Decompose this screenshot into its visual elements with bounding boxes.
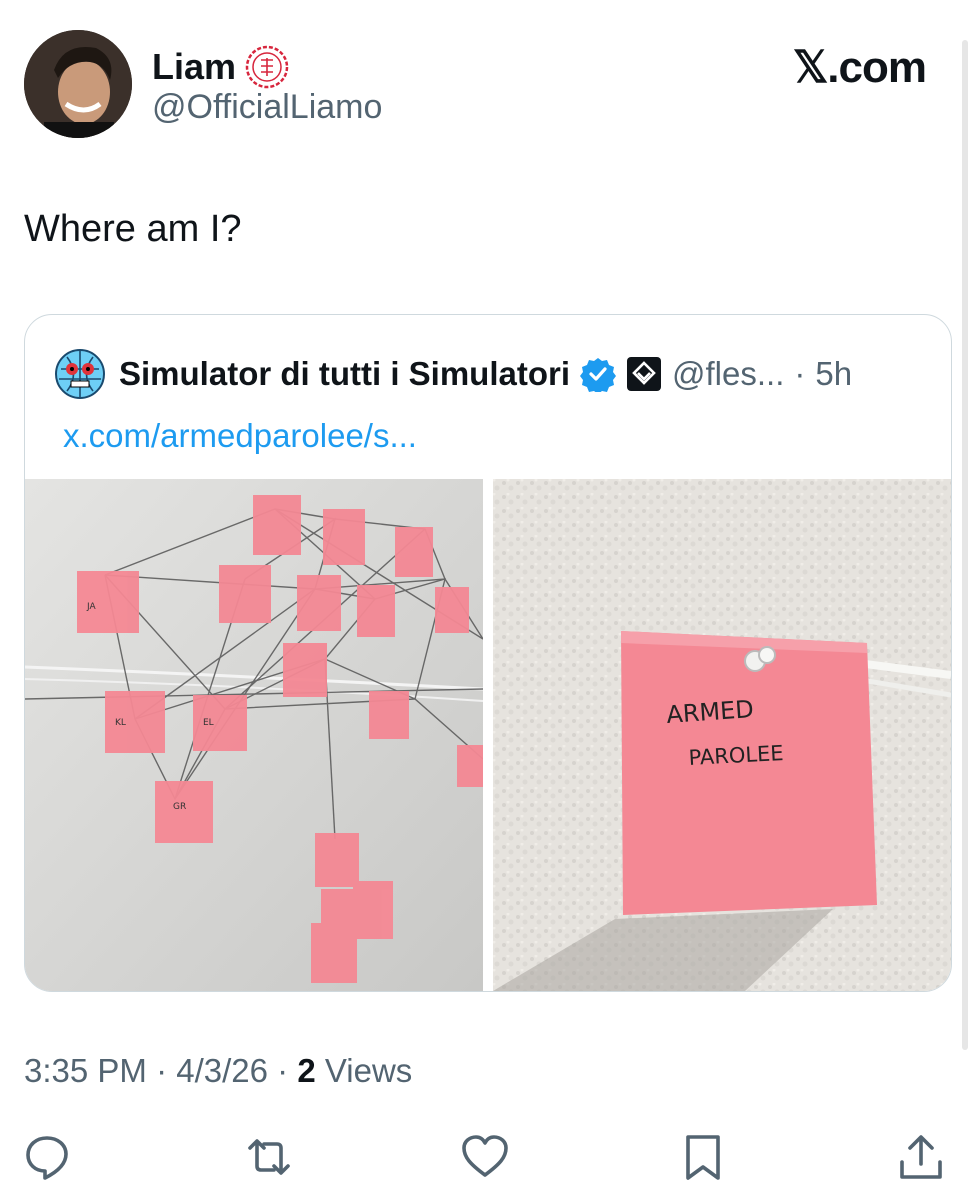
retweet-icon[interactable] [244, 1132, 294, 1182]
author-handle[interactable]: @OfficialLiamo [152, 88, 382, 127]
dot-separator: · [156, 1052, 177, 1089]
tweet-meta: 3:35 PM · 4/3/26 · 2 Views [24, 1052, 412, 1090]
red-seal-icon [244, 44, 290, 90]
photo-string-network[interactable]: JA KL EL GR [25, 479, 484, 991]
svg-text:GR: GR [173, 802, 186, 812]
quoted-link[interactable]: x.com/armedparolee/s... [63, 417, 417, 455]
svg-text:KL: KL [115, 718, 126, 728]
quoted-avatar[interactable] [55, 349, 105, 399]
bookmark-icon[interactable] [678, 1132, 728, 1182]
dot-separator: · [794, 355, 806, 392]
share-icon[interactable] [896, 1132, 946, 1182]
author-avatar[interactable] [24, 30, 132, 138]
tweet-text: Where am I? [24, 208, 242, 250]
views-count: 2 [297, 1052, 316, 1089]
post-date[interactable]: 4/3/26 [176, 1052, 268, 1089]
quoted-tweet-card[interactable]: Simulator di tutti i Simulatori @fles...… [24, 314, 952, 992]
like-icon[interactable] [460, 1132, 510, 1182]
photo-armed-parolee-note[interactable]: ARMED PAROLEE [493, 479, 951, 991]
reply-icon[interactable] [22, 1132, 72, 1182]
views-label: Views [324, 1052, 413, 1089]
x-brand-logo: 𝕏.com [792, 43, 927, 92]
svg-text:JA: JA [86, 602, 96, 612]
author-name[interactable]: Liam [152, 46, 236, 88]
affiliation-badge-icon [626, 356, 662, 392]
quoted-handle[interactable]: @fles... [672, 355, 784, 393]
verified-badge-icon [580, 356, 617, 394]
quoted-time[interactable]: 5h [815, 355, 852, 393]
action-bar [0, 1126, 974, 1186]
dot-separator: · [277, 1052, 298, 1089]
svg-text:EL: EL [203, 718, 214, 728]
quoted-media[interactable]: JA KL EL GR ARMED PAROLEE [25, 479, 951, 991]
scrollbar[interactable] [962, 40, 968, 1050]
quoted-author-name[interactable]: Simulator di tutti i Simulatori [119, 355, 570, 393]
post-time[interactable]: 3:35 PM [24, 1052, 147, 1089]
note-line-2: PAROLEE [688, 741, 784, 770]
